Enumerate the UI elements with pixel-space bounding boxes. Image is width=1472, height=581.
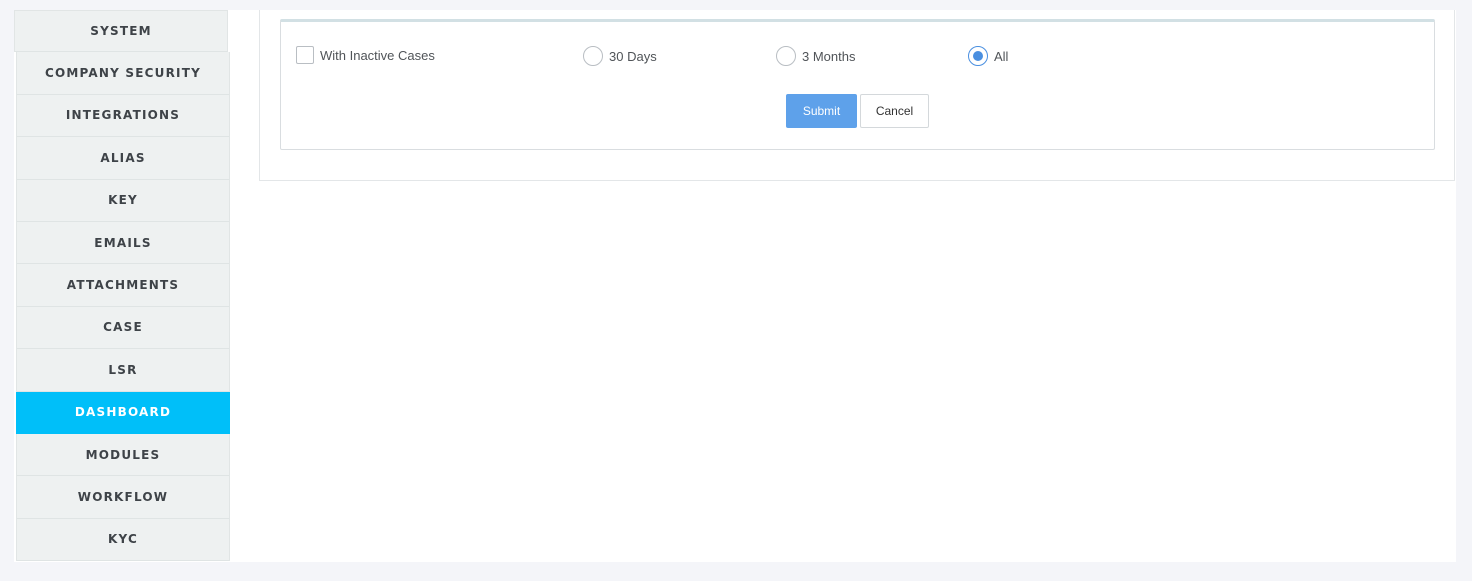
sidebar-item-label: COMPANY SECURITY	[44, 66, 201, 81]
sidebar-item-emails[interactable]: EMAILS	[16, 221, 230, 265]
submit-button[interactable]: Submit	[786, 94, 857, 128]
settings-sidebar: SYSTEM COMPANY SECURITY INTEGRATIONS ALI…	[14, 10, 230, 562]
sidebar-item-label: DASHBOARD	[74, 405, 172, 420]
sidebar-item-workflow[interactable]: WORKFLOW	[16, 476, 230, 519]
radio-label: All	[994, 48, 1009, 64]
dashboard-settings-panel: With Inactive Cases 30 Days 3 Months All…	[259, 10, 1455, 181]
range-option-all[interactable]: All	[968, 46, 1008, 66]
radio-label: 3 Months	[802, 48, 856, 64]
sidebar-item-label: LSR	[108, 362, 138, 377]
sidebar-item-lsr[interactable]: LSR	[16, 349, 230, 392]
radio-label: 30 Days	[609, 48, 657, 64]
sidebar-item-case[interactable]: CASE	[16, 306, 230, 350]
sidebar-item-dashboard[interactable]: DASHBOARD	[16, 391, 230, 434]
radio-all[interactable]	[968, 46, 988, 66]
sidebar-item-label: CASE	[103, 320, 143, 335]
sidebar-item-label: WORKFLOW	[77, 489, 169, 504]
sidebar-item-system[interactable]: SYSTEM	[14, 10, 228, 53]
radio-30-days[interactable]	[583, 46, 603, 66]
sidebar-item-label: KYC	[108, 532, 138, 547]
sidebar-item-modules[interactable]: MODULES	[16, 433, 230, 477]
sidebar-item-kyc[interactable]: KYC	[16, 518, 230, 562]
range-option-30-days[interactable]: 30 Days	[583, 46, 657, 66]
inactive-cases-checkbox[interactable]	[296, 46, 314, 64]
sidebar-item-label: ATTACHMENTS	[66, 278, 180, 293]
sidebar-item-label: ALIAS	[100, 150, 146, 165]
sidebar-item-key[interactable]: KEY	[16, 179, 230, 222]
sidebar-item-integrations[interactable]: INTEGRATIONS	[16, 94, 230, 138]
sidebar-item-label: MODULES	[85, 447, 161, 462]
sidebar-item-company-security[interactable]: COMPANY SECURITY	[16, 52, 230, 95]
sidebar-item-label: KEY	[108, 193, 138, 208]
range-option-3-months[interactable]: 3 Months	[776, 46, 855, 66]
radio-3-months[interactable]	[776, 46, 796, 66]
sidebar-item-label: EMAILS	[94, 235, 152, 250]
sidebar-item-label: INTEGRATIONS	[65, 108, 181, 123]
filter-form: With Inactive Cases 30 Days 3 Months All…	[280, 19, 1435, 150]
sidebar-item-alias[interactable]: ALIAS	[16, 137, 230, 180]
cancel-button[interactable]: Cancel	[860, 94, 929, 128]
inactive-cases-label: With Inactive Cases	[320, 47, 435, 63]
sidebar-item-label: SYSTEM	[90, 24, 152, 39]
inactive-cases-option[interactable]: With Inactive Cases	[296, 46, 435, 64]
sidebar-item-attachments[interactable]: ATTACHMENTS	[16, 264, 230, 307]
